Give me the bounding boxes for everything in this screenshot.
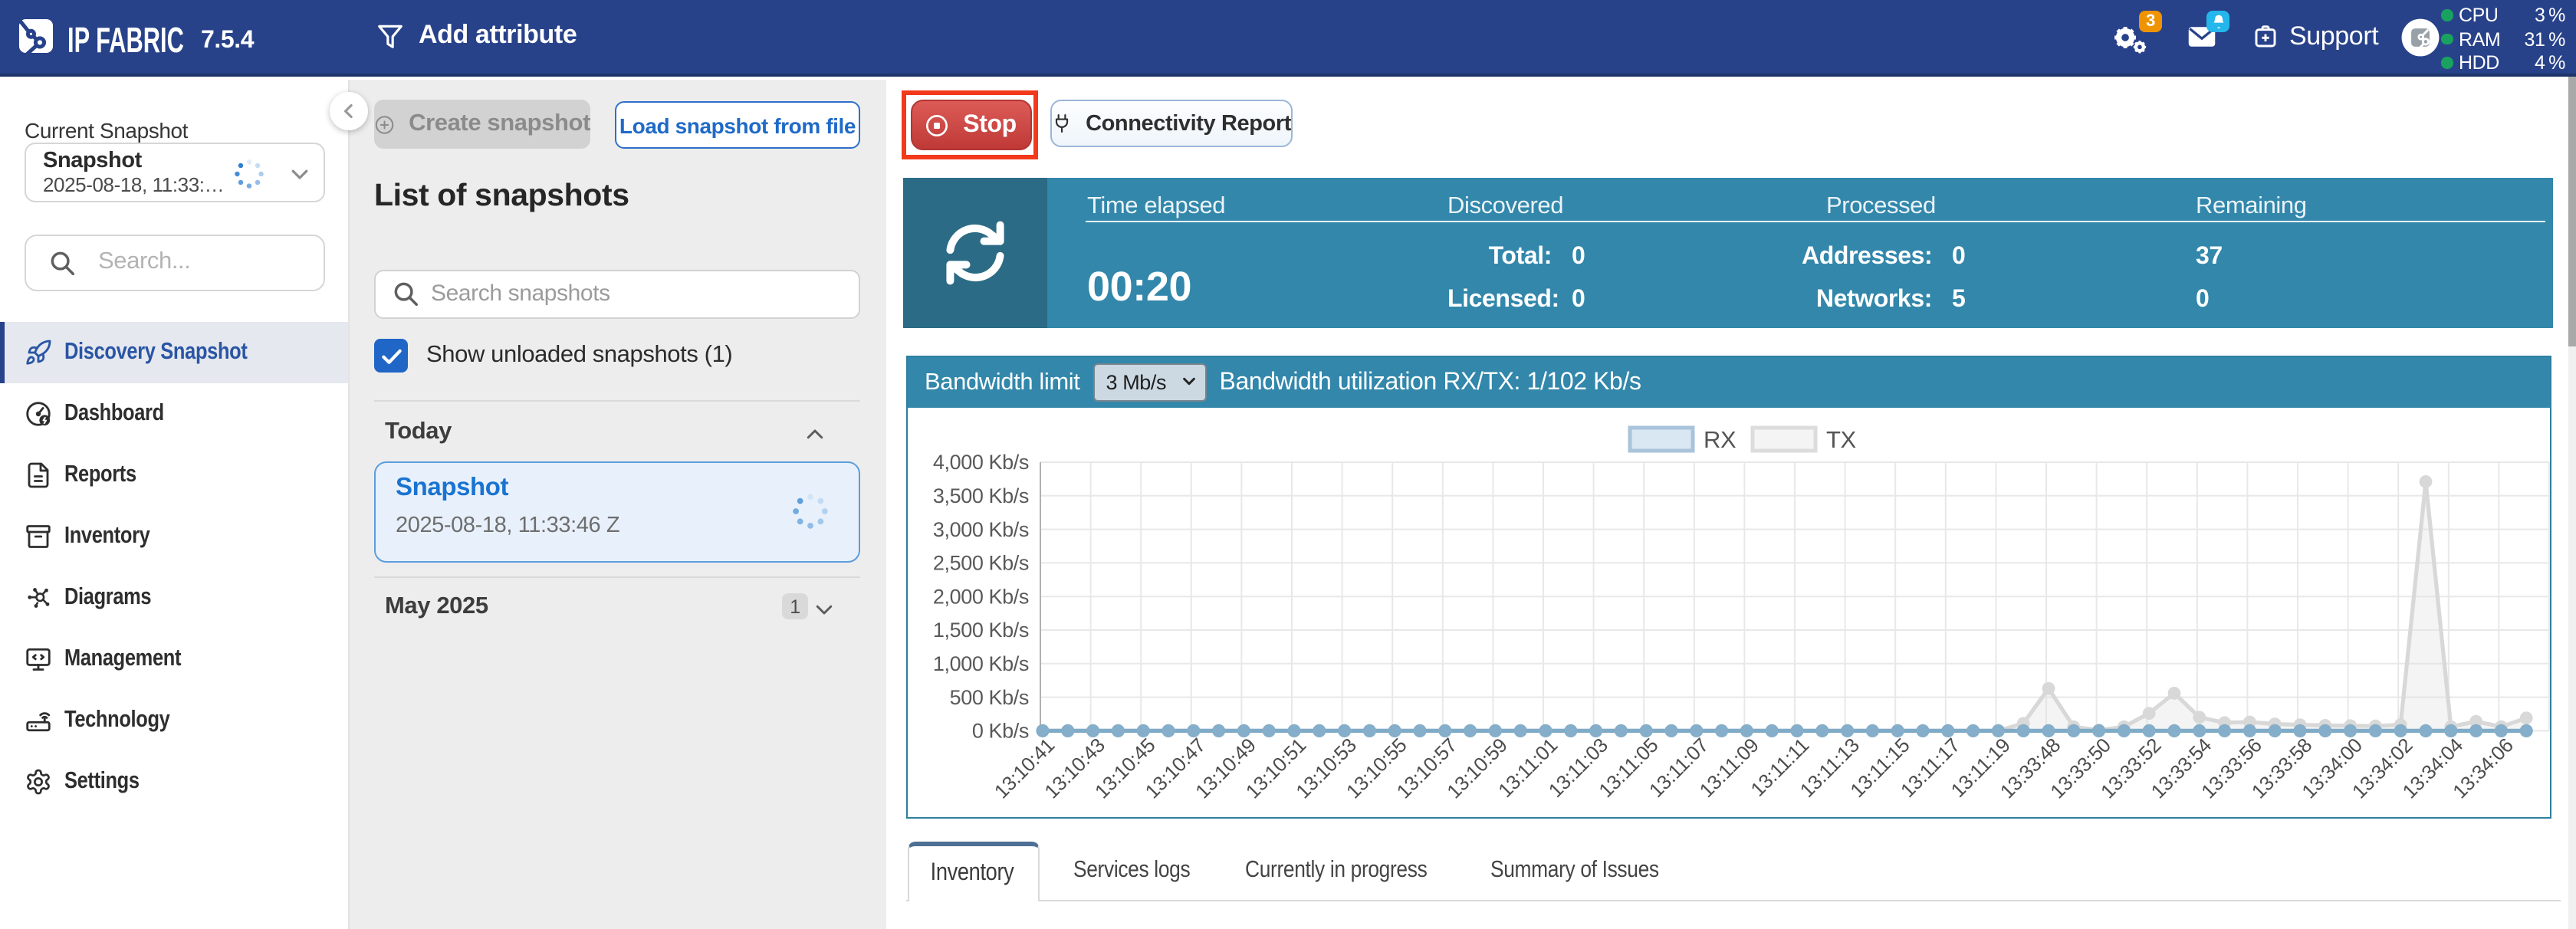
- svg-text:1,000 Kb/s: 1,000 Kb/s: [933, 652, 1029, 675]
- svg-text:2,500 Kb/s: 2,500 Kb/s: [933, 552, 1029, 575]
- svg-text:3,000 Kb/s: 3,000 Kb/s: [933, 518, 1029, 541]
- svg-text:TX: TX: [1826, 426, 1857, 453]
- svg-text:0 Kb/s: 0 Kb/s: [972, 720, 1029, 743]
- svg-text:RX: RX: [1704, 426, 1737, 453]
- svg-text:1,500 Kb/s: 1,500 Kb/s: [933, 619, 1029, 642]
- svg-text:4,000 Kb/s: 4,000 Kb/s: [933, 451, 1029, 474]
- svg-text:500 Kb/s: 500 Kb/s: [950, 686, 1029, 709]
- svg-text:3,500 Kb/s: 3,500 Kb/s: [933, 484, 1029, 507]
- svg-text:2,000 Kb/s: 2,000 Kb/s: [933, 585, 1029, 608]
